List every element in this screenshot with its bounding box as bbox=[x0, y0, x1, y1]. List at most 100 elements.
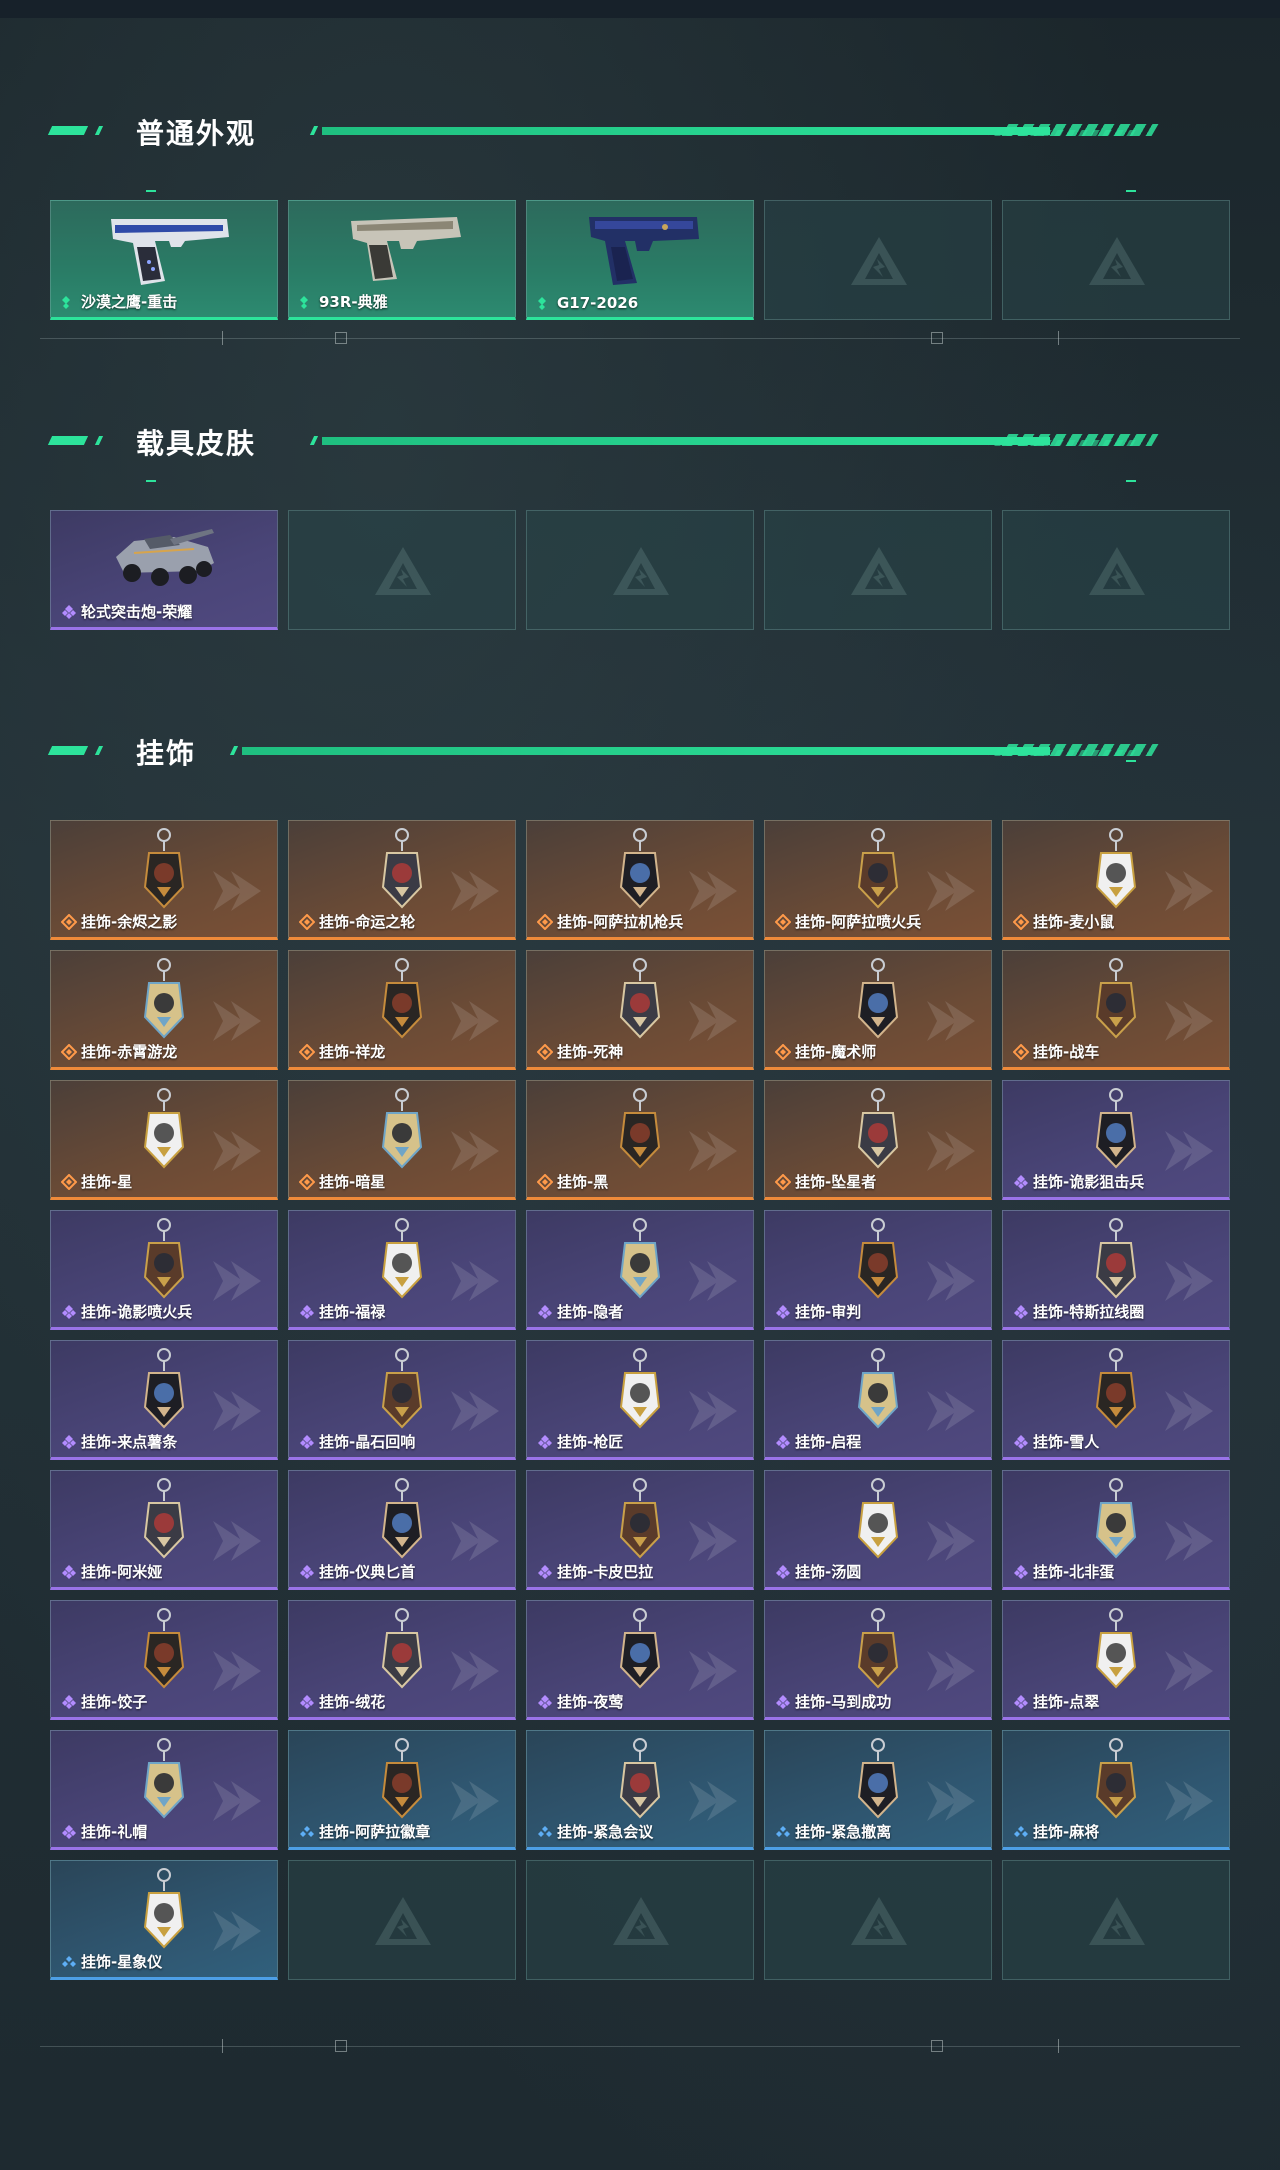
item-card-charm[interactable]: 挂饰-北非蛋 bbox=[1002, 1470, 1230, 1590]
deco-dash bbox=[1126, 480, 1136, 482]
item-card-charm[interactable]: 挂饰-阿萨拉喷火兵 bbox=[764, 820, 992, 940]
item-card-vehicle[interactable]: 轮式突击炮-荣耀 bbox=[50, 510, 278, 630]
item-label: 挂饰-赤霄游龙 bbox=[61, 1041, 177, 1062]
item-card-charm[interactable]: 挂饰-特斯拉线圈 bbox=[1002, 1210, 1230, 1330]
item-card-charm[interactable]: 挂饰-晶石回响 bbox=[288, 1340, 516, 1460]
rarity-diamond-icon bbox=[538, 1694, 552, 1709]
header-line-tick bbox=[229, 746, 239, 755]
item-card-charm[interactable]: 挂饰-阿萨拉徽章 bbox=[288, 1730, 516, 1850]
charm-card-icon bbox=[143, 1088, 185, 1169]
item-card-charm[interactable]: 挂饰-命运之轮 bbox=[288, 820, 516, 940]
header-line bbox=[242, 747, 1050, 755]
card-bg-chevron bbox=[927, 1261, 975, 1301]
item-card-93r[interactable]: 93R-典雅 bbox=[288, 200, 516, 320]
rarity-diamond-icon bbox=[62, 1434, 76, 1449]
card-bg-chevron bbox=[689, 1781, 737, 1821]
rarity-diamond-icon bbox=[1014, 1825, 1028, 1837]
deco-square bbox=[931, 332, 943, 344]
item-card-charm[interactable]: 挂饰-紧急撤离 bbox=[764, 1730, 992, 1850]
item-card-charm[interactable]: 挂饰-麻将 bbox=[1002, 1730, 1230, 1850]
rarity-diamond-icon bbox=[299, 1043, 315, 1060]
item-card-charm[interactable]: 挂饰-卡皮巴拉 bbox=[526, 1470, 754, 1590]
card-bg-chevron bbox=[451, 1391, 499, 1431]
item-card-g17[interactable]: G17-2026 bbox=[526, 200, 754, 320]
item-card-charm[interactable]: 挂饰-阿米娅 bbox=[50, 1470, 278, 1590]
rarity-diamond-icon bbox=[62, 1824, 76, 1839]
item-card-charm[interactable]: 挂饰-魔术师 bbox=[764, 950, 992, 1070]
item-card-charm[interactable]: 挂饰-启程 bbox=[764, 1340, 992, 1460]
item-card-charm[interactable]: 挂饰-黑 bbox=[526, 1080, 754, 1200]
item-label: 挂饰-特斯拉线圈 bbox=[1013, 1301, 1144, 1322]
rarity-diamond-icon bbox=[538, 1434, 552, 1449]
item-label: 挂饰-死神 bbox=[537, 1041, 623, 1062]
charm-dragon-icon bbox=[381, 958, 423, 1039]
placeholder-logo-icon bbox=[613, 1897, 669, 1945]
card-bg-chevron bbox=[1165, 1391, 1213, 1431]
item-card-charm[interactable]: 挂饰-仪典匕首 bbox=[288, 1470, 516, 1590]
item-card-charm[interactable]: 挂饰-夜莺 bbox=[526, 1600, 754, 1720]
item-grid: 挂饰-余烬之影 挂饰-命运之轮 挂饰-阿萨拉机枪兵 挂饰-阿萨拉喷火兵 挂饰-麦小鼠 挂饰… bbox=[50, 820, 1230, 1980]
charm-hat-icon bbox=[143, 1738, 185, 1819]
item-card-charm[interactable]: 挂饰-汤圆 bbox=[764, 1470, 992, 1590]
item-label: 挂饰-礼帽 bbox=[61, 1821, 147, 1842]
item-card-charm[interactable]: 挂饰-祥龙 bbox=[288, 950, 516, 1070]
rarity-diamond-icon bbox=[62, 1955, 76, 1967]
charm-crystal-icon bbox=[381, 1348, 423, 1429]
item-card-charm[interactable]: 挂饰-麦小鼠 bbox=[1002, 820, 1230, 940]
item-card-charm[interactable]: 挂饰-星象仪 bbox=[50, 1860, 278, 1980]
charm-snowman-icon bbox=[1095, 1348, 1137, 1429]
item-card-charm[interactable]: 挂饰-星 bbox=[50, 1080, 278, 1200]
placeholder-logo-icon bbox=[613, 547, 669, 595]
item-card-charm[interactable]: 挂饰-枪匠 bbox=[526, 1340, 754, 1460]
item-card-charm[interactable]: 挂饰-来点薯条 bbox=[50, 1340, 278, 1460]
card-bg-chevron bbox=[689, 1521, 737, 1561]
deco-dash bbox=[146, 480, 156, 482]
card-bg-chevron bbox=[451, 1261, 499, 1301]
charm-ring-icon bbox=[857, 1348, 899, 1429]
item-card-charm[interactable]: 挂饰-暗星 bbox=[288, 1080, 516, 1200]
item-card-charm[interactable]: 挂饰-余烬之影 bbox=[50, 820, 278, 940]
item-card-charm[interactable]: 挂饰-阿萨拉机枪兵 bbox=[526, 820, 754, 940]
rarity-diamond-icon bbox=[775, 913, 791, 930]
charm-gourd-icon bbox=[381, 1218, 423, 1299]
item-card-charm[interactable]: 挂饰-马到成功 bbox=[764, 1600, 992, 1720]
item-card-charm[interactable]: 挂饰-隐者 bbox=[526, 1210, 754, 1330]
deco-square bbox=[335, 2040, 347, 2052]
rarity-diamond-icon bbox=[538, 1825, 552, 1837]
item-card-charm[interactable]: 挂饰-赤霄游龙 bbox=[50, 950, 278, 1070]
item-card-charm[interactable]: 挂饰-紧急会议 bbox=[526, 1730, 754, 1850]
item-card-deagle[interactable]: 沙漠之鹰-重击 bbox=[50, 200, 278, 320]
card-bg-chevron bbox=[927, 871, 975, 911]
item-card-charm[interactable]: 挂饰-饺子 bbox=[50, 1600, 278, 1720]
charm-figure-icon bbox=[619, 828, 661, 909]
item-card-charm[interactable]: 挂饰-诡影狙击兵 bbox=[1002, 1080, 1230, 1200]
item-card-charm[interactable]: 挂饰-死神 bbox=[526, 950, 754, 1070]
empty-slot bbox=[526, 1860, 754, 1980]
item-card-charm[interactable]: 挂饰-雪人 bbox=[1002, 1340, 1230, 1460]
deco-divider bbox=[40, 2046, 1240, 2047]
header-line-tick bbox=[309, 126, 319, 135]
item-card-charm[interactable]: 挂饰-诡影喷火兵 bbox=[50, 1210, 278, 1330]
card-bg-chevron bbox=[689, 1651, 737, 1691]
rarity-diamond-icon bbox=[62, 1694, 76, 1709]
item-card-charm[interactable]: 挂饰-审判 bbox=[764, 1210, 992, 1330]
item-label: 挂饰-马到成功 bbox=[775, 1691, 891, 1712]
rarity-diamond-icon bbox=[537, 913, 553, 930]
header-checker-pattern bbox=[988, 440, 1142, 446]
item-card-charm[interactable]: 挂饰-福禄 bbox=[288, 1210, 516, 1330]
empty-slot bbox=[1002, 200, 1230, 320]
item-label: 93R-典雅 bbox=[299, 291, 388, 312]
rarity-diamond-icon bbox=[1014, 1304, 1028, 1319]
header-line-tick bbox=[309, 436, 319, 445]
item-card-charm[interactable]: 挂饰-点翠 bbox=[1002, 1600, 1230, 1720]
item-card-charm[interactable]: 挂饰-坠星者 bbox=[764, 1080, 992, 1200]
item-card-charm[interactable]: 挂饰-战车 bbox=[1002, 950, 1230, 1070]
card-bg-chevron bbox=[927, 1391, 975, 1431]
item-card-charm[interactable]: 挂饰-绒花 bbox=[288, 1600, 516, 1720]
item-label: 挂饰-黑 bbox=[537, 1171, 608, 1192]
placeholder-logo-icon bbox=[375, 1897, 431, 1945]
empty-slot bbox=[764, 1860, 992, 1980]
item-label: 轮式突击炮-荣耀 bbox=[61, 601, 192, 622]
item-card-charm[interactable]: 挂饰-礼帽 bbox=[50, 1730, 278, 1850]
rarity-diamond-icon bbox=[538, 1304, 552, 1319]
